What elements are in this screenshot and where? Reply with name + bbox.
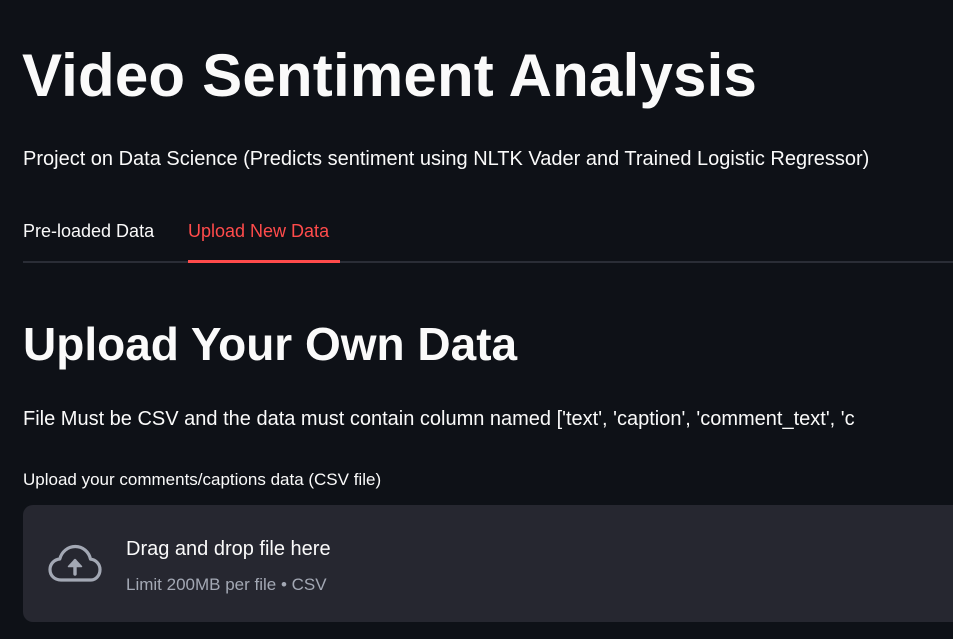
tab-bar: Pre-loaded Data Upload New Data [23, 208, 953, 264]
cloud-upload-icon [48, 544, 102, 582]
page-title: Video Sentiment Analysis [22, 42, 758, 109]
tab-pre-loaded-data[interactable]: Pre-loaded Data [23, 218, 154, 244]
app-page: Video Sentiment Analysis Project on Data… [0, 0, 953, 639]
file-uploader-label: Upload your comments/captions data (CSV … [23, 470, 382, 489]
page-subtitle: Project on Data Science (Predicts sentim… [23, 148, 870, 170]
section-title: Upload Your Own Data [23, 318, 518, 370]
active-tab-indicator [188, 260, 340, 263]
dropzone-instruction: Drag and drop file here [126, 538, 331, 560]
file-dropzone[interactable]: Drag and drop file here Limit 200MB per … [23, 505, 953, 622]
upload-requirements-text: File Must be CSV and the data must conta… [23, 408, 855, 430]
tab-bar-divider [23, 261, 953, 263]
dropzone-file-limit: Limit 200MB per file • CSV [126, 575, 327, 594]
tab-upload-new-data[interactable]: Upload New Data [188, 218, 329, 244]
